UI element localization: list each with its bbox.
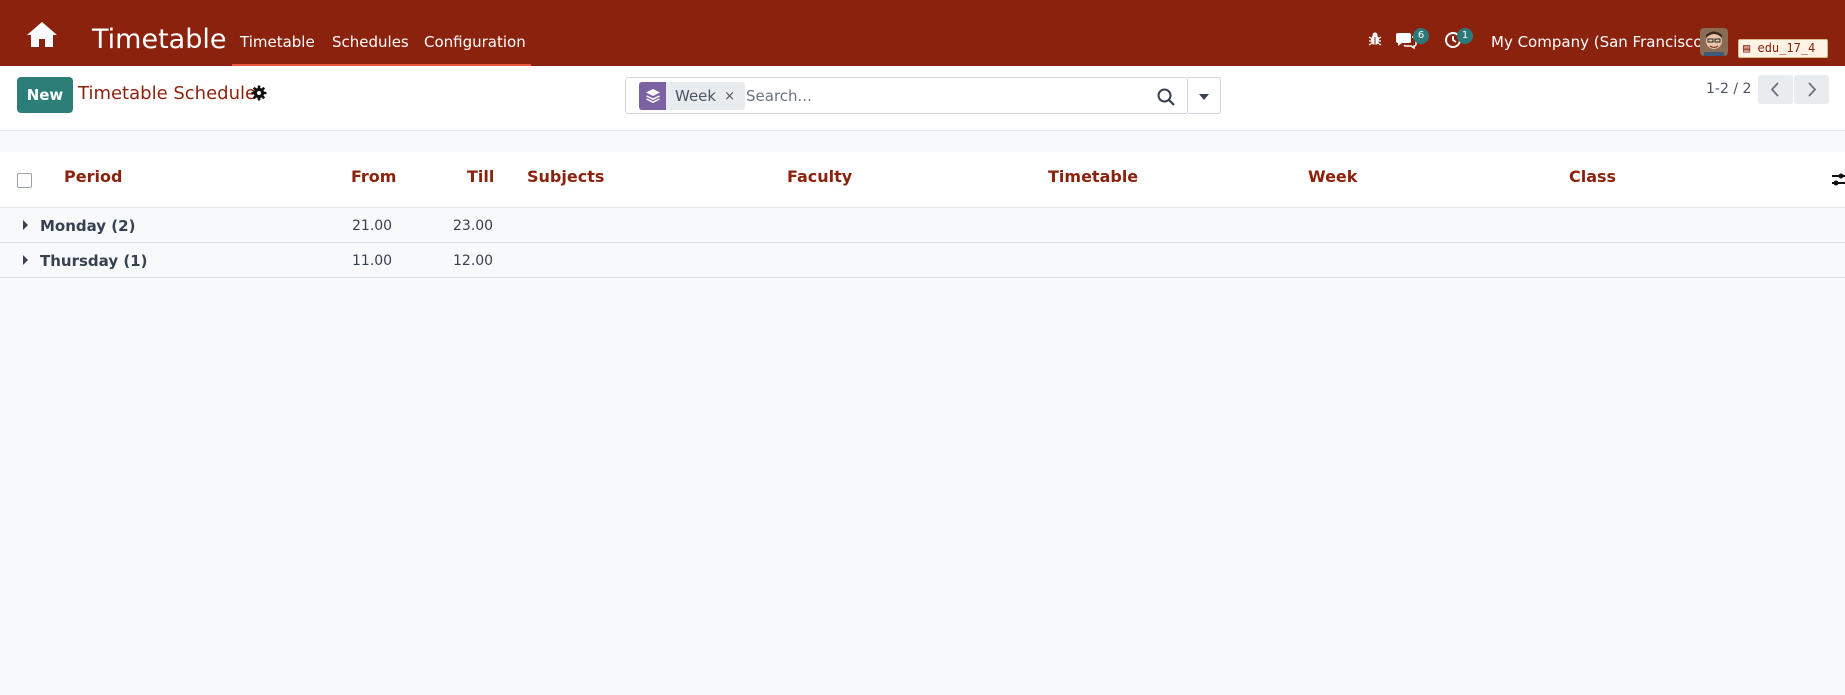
chevron-right-icon bbox=[1808, 82, 1817, 97]
search-icon[interactable] bbox=[1156, 87, 1176, 107]
select-all-checkbox[interactable] bbox=[17, 173, 32, 188]
pager-value[interactable]: 1-2 / 2 bbox=[1706, 81, 1751, 97]
caret-right-icon bbox=[23, 220, 28, 230]
group-from-value: 11.00 bbox=[352, 253, 393, 269]
layers-icon bbox=[639, 82, 666, 110]
column-till[interactable]: Till bbox=[467, 167, 494, 186]
activities-count-badge: 1 bbox=[1457, 28, 1473, 44]
optional-columns-icon[interactable] bbox=[1832, 170, 1845, 190]
group-till-value: 23.00 bbox=[453, 218, 494, 234]
debug-bug-icon[interactable] bbox=[1367, 31, 1383, 47]
new-button[interactable]: New bbox=[17, 77, 73, 113]
pager-next-button[interactable] bbox=[1794, 75, 1829, 104]
database-name: edu_17_4 bbox=[1757, 41, 1816, 55]
facet-label: Week bbox=[675, 87, 717, 105]
messages-count-badge: 6 bbox=[1413, 28, 1429, 44]
column-from[interactable]: From bbox=[351, 167, 396, 186]
app-title: Timetable bbox=[92, 24, 227, 55]
search-options-toggle[interactable] bbox=[1188, 77, 1221, 114]
pager-previous-button[interactable] bbox=[1758, 75, 1793, 104]
column-timetable[interactable]: Timetable bbox=[1048, 167, 1138, 186]
menu-schedules[interactable]: Schedules bbox=[332, 33, 409, 51]
column-period[interactable]: Period bbox=[64, 167, 122, 186]
column-faculty[interactable]: Faculty bbox=[787, 167, 852, 186]
search-bar: Week × bbox=[625, 77, 1188, 114]
remove-facet-icon[interactable]: × bbox=[724, 89, 745, 104]
menu-timetable[interactable]: Timetable bbox=[240, 33, 315, 51]
gear-icon[interactable] bbox=[250, 84, 268, 102]
column-class[interactable]: Class bbox=[1569, 167, 1616, 186]
group-from-value: 21.00 bbox=[352, 218, 393, 234]
group-till-value: 12.00 bbox=[453, 253, 494, 269]
home-icon[interactable] bbox=[26, 20, 58, 48]
top-navbar: Timetable Timetable Schedules Configurat… bbox=[0, 0, 1845, 67]
group-label: Monday (2) bbox=[40, 217, 136, 235]
column-subjects[interactable]: Subjects bbox=[527, 167, 604, 186]
company-switcher[interactable]: My Company (San Francisco) bbox=[1491, 33, 1708, 51]
column-week[interactable]: Week bbox=[1308, 167, 1357, 186]
groupby-facet: Week × bbox=[639, 82, 746, 110]
group-row[interactable]: Thursday (1) 11.00 12.00 bbox=[0, 243, 1845, 278]
database-name-badge: ▤ edu_17_4 bbox=[1738, 39, 1828, 58]
caret-right-icon bbox=[23, 255, 28, 265]
control-panel: New Timetable Schedule Week × Search... … bbox=[0, 66, 1845, 131]
database-icon: ▤ bbox=[1743, 41, 1751, 55]
menu-configuration[interactable]: Configuration bbox=[424, 33, 526, 51]
table-header: Period From Till Subjects Faculty Timeta… bbox=[0, 152, 1845, 208]
breadcrumb-title: Timetable Schedule bbox=[78, 83, 257, 104]
user-avatar[interactable] bbox=[1700, 28, 1728, 56]
search-input[interactable] bbox=[746, 85, 1146, 107]
chevron-left-icon bbox=[1770, 82, 1779, 97]
group-label: Thursday (1) bbox=[40, 252, 148, 270]
group-row[interactable]: Monday (2) 21.00 23.00 bbox=[0, 208, 1845, 243]
